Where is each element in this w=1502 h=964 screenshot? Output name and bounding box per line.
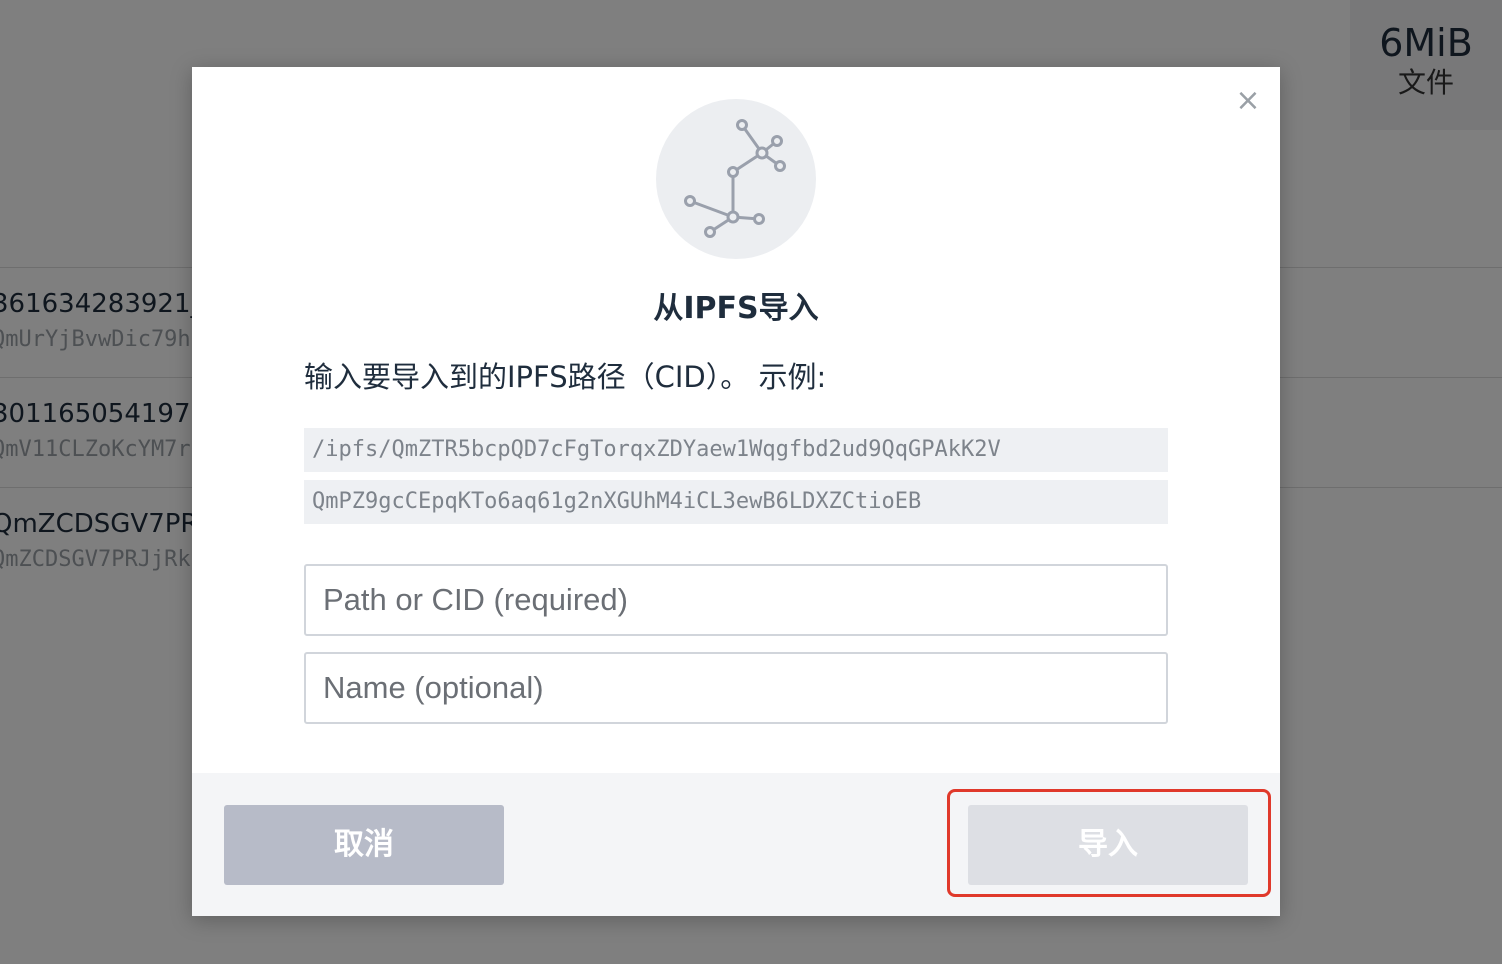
app-page: 6MiB 文件 361634283921_ QmUrYjBvwDic79h 30…: [0, 0, 1502, 964]
import-button[interactable]: 导入: [968, 805, 1248, 885]
ipfs-graph-icon: [656, 99, 816, 259]
example-ipfs-path: /ipfs/QmZTR5bcpQD7cFgTorqxZDYaew1Wqgfbd2…: [304, 428, 1168, 472]
modal-title: 从IPFS导入: [653, 291, 819, 326]
cancel-button[interactable]: 取消: [224, 805, 504, 885]
modal-description: 输入要导入到的IPFS路径（CID）。 示例:: [304, 360, 827, 394]
modal-footer: 取消 导入: [192, 773, 1280, 916]
name-input[interactable]: [304, 652, 1168, 724]
import-from-ipfs-modal: × 从IPFS导入 输入要导入到的IPFS路径（CID）。 示例: /ipfs/…: [192, 67, 1280, 916]
path-or-cid-input[interactable]: [304, 564, 1168, 636]
close-icon[interactable]: ×: [1232, 85, 1264, 117]
example-cid: QmPZ9gcCEpqKTo6aq61g2nXGUhM4iCL3ewB6LDXZ…: [304, 480, 1168, 524]
